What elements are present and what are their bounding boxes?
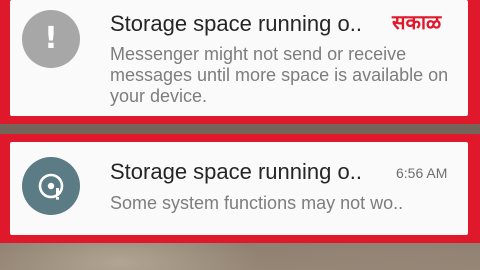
- publisher-logo-watermark: सकाळ: [392, 10, 442, 34]
- notification-title: Storage space running o..: [110, 159, 362, 184]
- notification-body: Some system functions may not wo..: [110, 193, 404, 213]
- notification-title: Storage space running o..: [110, 11, 362, 36]
- notification-icon-container: [22, 157, 80, 215]
- exclamation-icon: !: [44, 21, 58, 56]
- notification-body: Messenger might not send or receive mess…: [110, 44, 449, 106]
- notification-icon-container: !: [22, 10, 80, 68]
- storage-disk-icon: [38, 173, 64, 200]
- notification-time: 6:56 AM: [396, 165, 448, 181]
